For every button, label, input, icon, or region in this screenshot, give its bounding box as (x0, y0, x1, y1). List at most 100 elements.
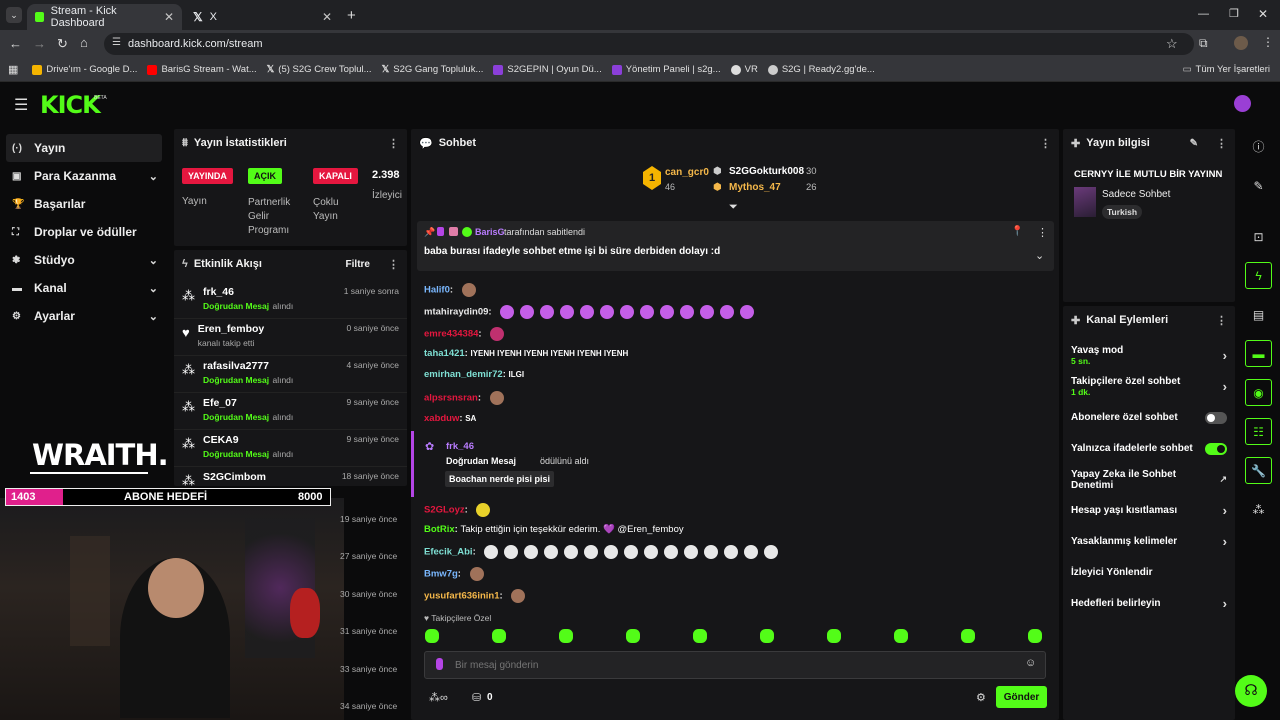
sidebar-item-kanal[interactable]: ▬ Kanal ⌄ (0, 274, 170, 302)
external-link-icon[interactable]: ↗ (1219, 474, 1227, 485)
chevron-right-icon[interactable]: › (1223, 534, 1227, 549)
chat-settings-icon[interactable]: ⚙ (976, 691, 986, 704)
chat-username[interactable]: yusufart636inin1 (424, 591, 500, 602)
expand-leaders-icon[interactable]: ⏷ (729, 201, 738, 214)
tab-x[interactable]: 𝕏 X ✕ (185, 4, 340, 30)
event-user[interactable]: CEKA9 (203, 434, 293, 446)
channel-action-hedefleri-belirleyin[interactable]: Hedefleri belirleyin › (1063, 588, 1235, 619)
emote-button[interactable] (894, 629, 908, 643)
chevron-down-icon[interactable]: ⌄ (149, 310, 158, 323)
chat-username[interactable]: Halif0 (424, 285, 450, 296)
chevron-right-icon[interactable]: › (1223, 348, 1227, 363)
apps-grid-icon[interactable]: ▦ (8, 63, 18, 76)
document-icon[interactable]: ▤ (1245, 301, 1272, 328)
chat-menu-icon[interactable]: ⋮ (1040, 137, 1051, 150)
browser-menu-icon[interactable]: ⋮ (1262, 35, 1274, 49)
bookmark-item[interactable]: Yönetim Paneli | s2g... (611, 64, 721, 75)
chat-username[interactable]: Bmw7g (424, 569, 458, 580)
event-user[interactable]: S2GCimbom (203, 471, 293, 483)
bookmark-star-icon[interactable]: ☆ (1166, 36, 1178, 52)
chat-username[interactable]: taha1421 (424, 348, 465, 359)
emote-button[interactable] (1028, 629, 1042, 643)
actions-menu-icon[interactable]: ⋮ (1216, 314, 1227, 327)
channel-action-yasaklanm-kelimeler[interactable]: Yasaklanmış kelimeler › (1063, 526, 1235, 557)
sidebar-item-droplar-ve-d-ller[interactable]: ⛶ Droplar ve ödüller (0, 218, 170, 246)
bookmark-item[interactable]: S2G | Ready2.gg'de... (767, 64, 875, 75)
info-menu-icon[interactable]: ⋮ (1216, 137, 1227, 150)
chat-input[interactable] (455, 657, 1015, 673)
toggle-switch[interactable] (1205, 442, 1227, 455)
chat-username[interactable]: emre434384 (424, 329, 478, 340)
wrench-icon[interactable]: 🔧 (1245, 457, 1272, 484)
back-icon[interactable]: ← (9, 36, 22, 51)
event-user[interactable]: frk_46 (203, 286, 293, 298)
emote-button[interactable] (827, 629, 841, 643)
lightning-button-icon[interactable]: ϟ (1245, 262, 1272, 289)
bookmark-item[interactable]: Drive'ım - Google D... (32, 64, 137, 75)
broadcast-toggle-icon[interactable]: ◉ (1245, 379, 1272, 406)
sidebar-item-ayarlar[interactable]: ⚙ Ayarlar ⌄ (0, 302, 170, 330)
pencil-icon[interactable]: ✎ (1245, 172, 1272, 199)
chevron-right-icon[interactable]: › (1223, 379, 1227, 394)
chat-username[interactable]: BotRix (424, 524, 455, 535)
tab-search-button[interactable]: ⌄ (6, 7, 22, 23)
sidebar-item-ba-ar-lar[interactable]: 🏆 Başarılar (0, 190, 170, 218)
sidebar-item-st-dyo[interactable]: ❃ Stüdyo ⌄ (0, 246, 170, 274)
emote-button[interactable] (626, 629, 640, 643)
filter-button[interactable]: Filtre (346, 259, 370, 270)
all-bookmarks[interactable]: ▭ Tüm Yer İşaretleri (1183, 64, 1270, 75)
user-avatar[interactable] (1234, 95, 1251, 112)
channel-action-abonelere-zel-sohbet[interactable]: Abonelere özel sohbet (1063, 402, 1235, 433)
pinned-by-user[interactable]: BarisG (475, 227, 505, 237)
bookmark-item[interactable]: 𝕏 (5) S2G Crew Toplul... (267, 64, 372, 75)
mic-icon[interactable] (436, 658, 443, 670)
resize-icon[interactable]: ⊡ (1245, 223, 1272, 250)
chevron-right-icon[interactable]: › (1223, 596, 1227, 611)
leader-name[interactable]: Mythos_47 (729, 182, 781, 193)
users-icon[interactable]: ⁂ (1245, 496, 1272, 523)
event-user[interactable]: Eren_femboy (198, 323, 265, 335)
emote-button[interactable] (425, 629, 439, 643)
chat-username[interactable]: S2GLoyz (424, 505, 465, 516)
event-user[interactable]: Efe_07 (203, 397, 293, 409)
layout-toggle-icon[interactable]: ☷ (1245, 418, 1272, 445)
chat-username[interactable]: mtahiraydin09 (424, 307, 488, 318)
channel-action-takip-ilere-zel-sohbet[interactable]: Takipçilere özel sohbet 1 dk. › (1063, 371, 1235, 402)
emoji-icon[interactable]: ☺ (1025, 657, 1036, 669)
channel-action-yava-mod[interactable]: Yavaş mod 5 sn. › (1063, 340, 1235, 371)
reward-user[interactable]: frk_46 (446, 441, 474, 452)
profile-avatar[interactable] (1234, 36, 1248, 50)
channel-action-yapay-zeka-ile-sohbet-denetimi[interactable]: Yapay Zeka ile Sohbet Denetimi ↗ (1063, 464, 1235, 495)
leader-name[interactable]: S2GGokturk008 (729, 166, 804, 177)
channel-action-i-zleyici-y-nlendir[interactable]: İzleyici Yönlendir (1063, 557, 1235, 588)
bookmark-item[interactable]: S2GEPIN | Oyun Dü... (493, 64, 602, 75)
url-bar[interactable]: ☰ dashboard.kick.com/stream ☆ (104, 33, 1194, 55)
chevron-down-icon[interactable]: ⌄ (149, 254, 158, 267)
chevron-down-icon[interactable]: ⌄ (1035, 249, 1044, 262)
tab-kick-dashboard[interactable]: Stream - Kick Dashboard ✕ (27, 4, 182, 30)
hamburger-menu-icon[interactable]: ☰ (14, 95, 28, 115)
bookmark-item[interactable]: BarisG Stream - Wat... (147, 64, 257, 75)
chat-input-box[interactable]: ☺ (424, 651, 1046, 679)
toggle-switch[interactable] (1205, 411, 1227, 424)
kick-logo[interactable]: KICK (40, 91, 101, 119)
emote-button[interactable] (559, 629, 573, 643)
new-tab-button[interactable]: + (347, 7, 356, 24)
reload-icon[interactable]: ↻ (57, 36, 68, 52)
maximize-button[interactable]: ❐ (1229, 7, 1239, 20)
leader-name[interactable]: can_gcr0 (665, 167, 709, 178)
support-headset-icon[interactable]: ☊ (1235, 675, 1267, 707)
close-tab-icon[interactable]: ✕ (322, 10, 332, 24)
sidebar-item-yay-n[interactable]: (·) Yayın (6, 134, 162, 162)
category-thumbnail[interactable] (1074, 187, 1096, 217)
close-tab-icon[interactable]: ✕ (164, 10, 174, 24)
stats-menu-icon[interactable]: ⋮ (388, 137, 399, 150)
home-icon[interactable]: ⌂ (80, 35, 88, 50)
activity-menu-icon[interactable]: ⋮ (388, 258, 399, 271)
sidebar-item-para-kazanma[interactable]: ▣ Para Kazanma ⌄ (0, 162, 170, 190)
bookmark-item[interactable]: 𝕏 S2G Gang Topluluk... (382, 64, 484, 75)
edit-icon[interactable]: ✎ (1190, 138, 1198, 149)
pinned-menu-icon[interactable]: ⋮ (1037, 226, 1048, 239)
emote-button[interactable] (693, 629, 707, 643)
site-info-icon[interactable]: ☰ (112, 37, 121, 48)
